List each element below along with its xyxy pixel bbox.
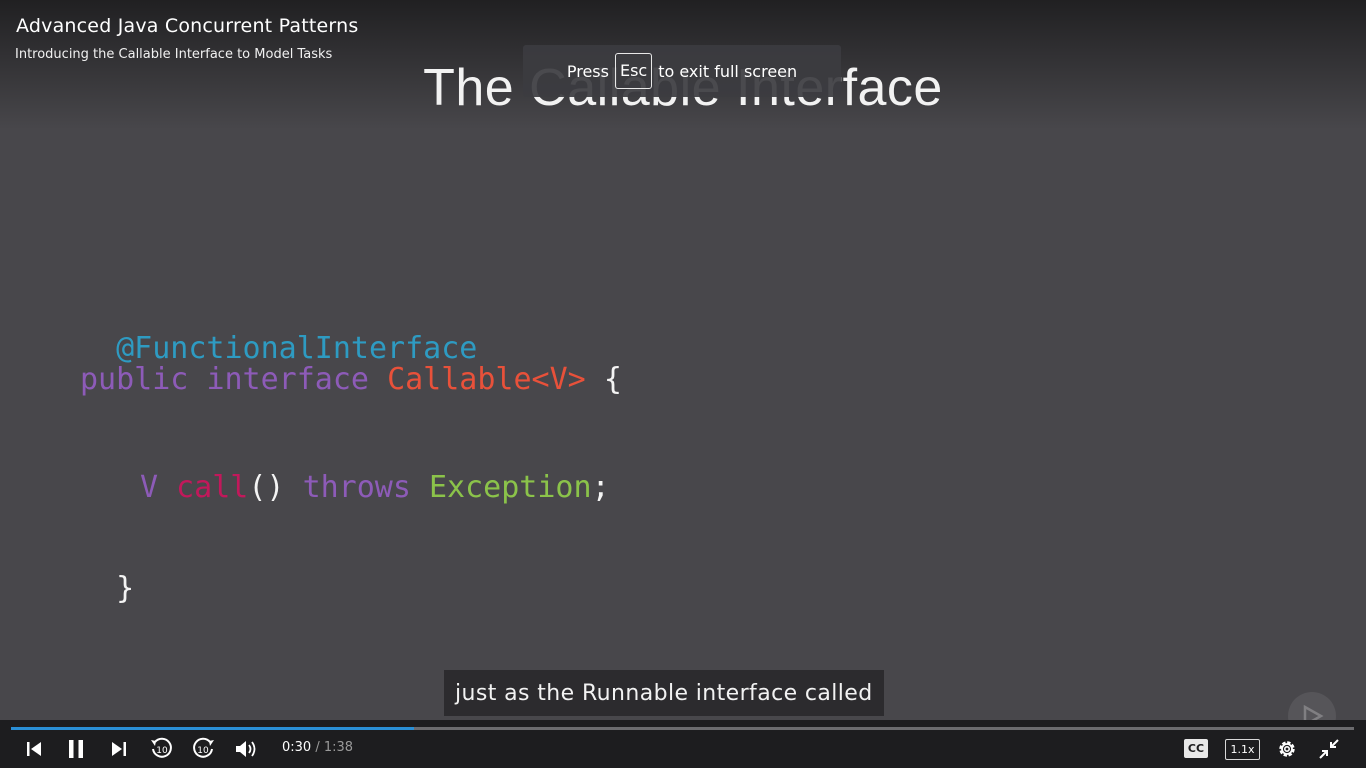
rewind-10-icon: 10 [151, 737, 172, 758]
code-annotation: @FunctionalInterface [116, 331, 478, 366]
forward-seconds-label: 10 [197, 746, 209, 756]
fullscreen-exit-toast: Press Esc to exit full screen [523, 45, 841, 97]
pause-icon [69, 740, 83, 758]
closed-captions-icon: CC [1187, 742, 1205, 755]
code-type-declaration: Callable<V> [387, 362, 586, 397]
code-line-close: } [80, 536, 134, 606]
code-parens: () [248, 470, 285, 505]
code-line-declaration: public interface Callable<V> { [80, 362, 622, 397]
forward-10-icon: 10 [193, 737, 214, 758]
closed-captions-button[interactable]: CC [1184, 739, 1208, 758]
code-line-method: V call() throws Exception; [140, 470, 610, 505]
code-close-brace: } [116, 571, 135, 606]
speed-icon: 1.1x [1230, 743, 1255, 756]
previous-icon [27, 742, 41, 756]
current-time: 0:30 [282, 740, 312, 755]
exit-fullscreen-button[interactable] [1317, 736, 1341, 762]
volume-button[interactable] [233, 736, 259, 762]
next-button[interactable] [109, 736, 129, 762]
code-keyword-throws: throws [302, 470, 411, 505]
exit-fullscreen-icon [1319, 739, 1339, 759]
progress-bar[interactable] [11, 727, 1354, 730]
code-semicolon: ; [591, 470, 610, 505]
time-separator: / [315, 740, 320, 755]
code-exception: Exception [429, 470, 592, 505]
rewind-10-button[interactable]: 10 [149, 736, 175, 762]
code-keyword-interface: interface [206, 362, 369, 397]
rewind-seconds-label: 10 [156, 746, 168, 756]
playback-time: 0:30 / 1:38 [282, 740, 353, 755]
volume-icon [236, 741, 256, 757]
progress-fill [11, 727, 414, 730]
settings-gear-icon [1279, 741, 1295, 757]
code-open-brace: { [603, 362, 622, 397]
code-line-annotation: @FunctionalInterface [80, 296, 477, 366]
previous-button[interactable] [24, 736, 44, 762]
duration: 1:38 [323, 740, 354, 755]
settings-button[interactable] [1275, 736, 1299, 762]
subtitle-caption: just as the Runnable interface called [444, 670, 884, 716]
playback-speed-button[interactable]: 1.1x [1225, 739, 1260, 760]
code-keyword-public: public [80, 362, 189, 397]
forward-10-button[interactable]: 10 [190, 736, 216, 762]
code-method-name: call [176, 470, 249, 505]
pause-button[interactable] [65, 736, 87, 762]
next-icon [112, 742, 126, 756]
code-type-v: V [140, 470, 159, 505]
toast-suffix-text: to exit full screen [658, 61, 798, 81]
toast-press-text: Press [566, 61, 609, 81]
esc-key-badge: Esc [614, 53, 653, 89]
course-title: Advanced Java Concurrent Patterns [16, 15, 359, 37]
